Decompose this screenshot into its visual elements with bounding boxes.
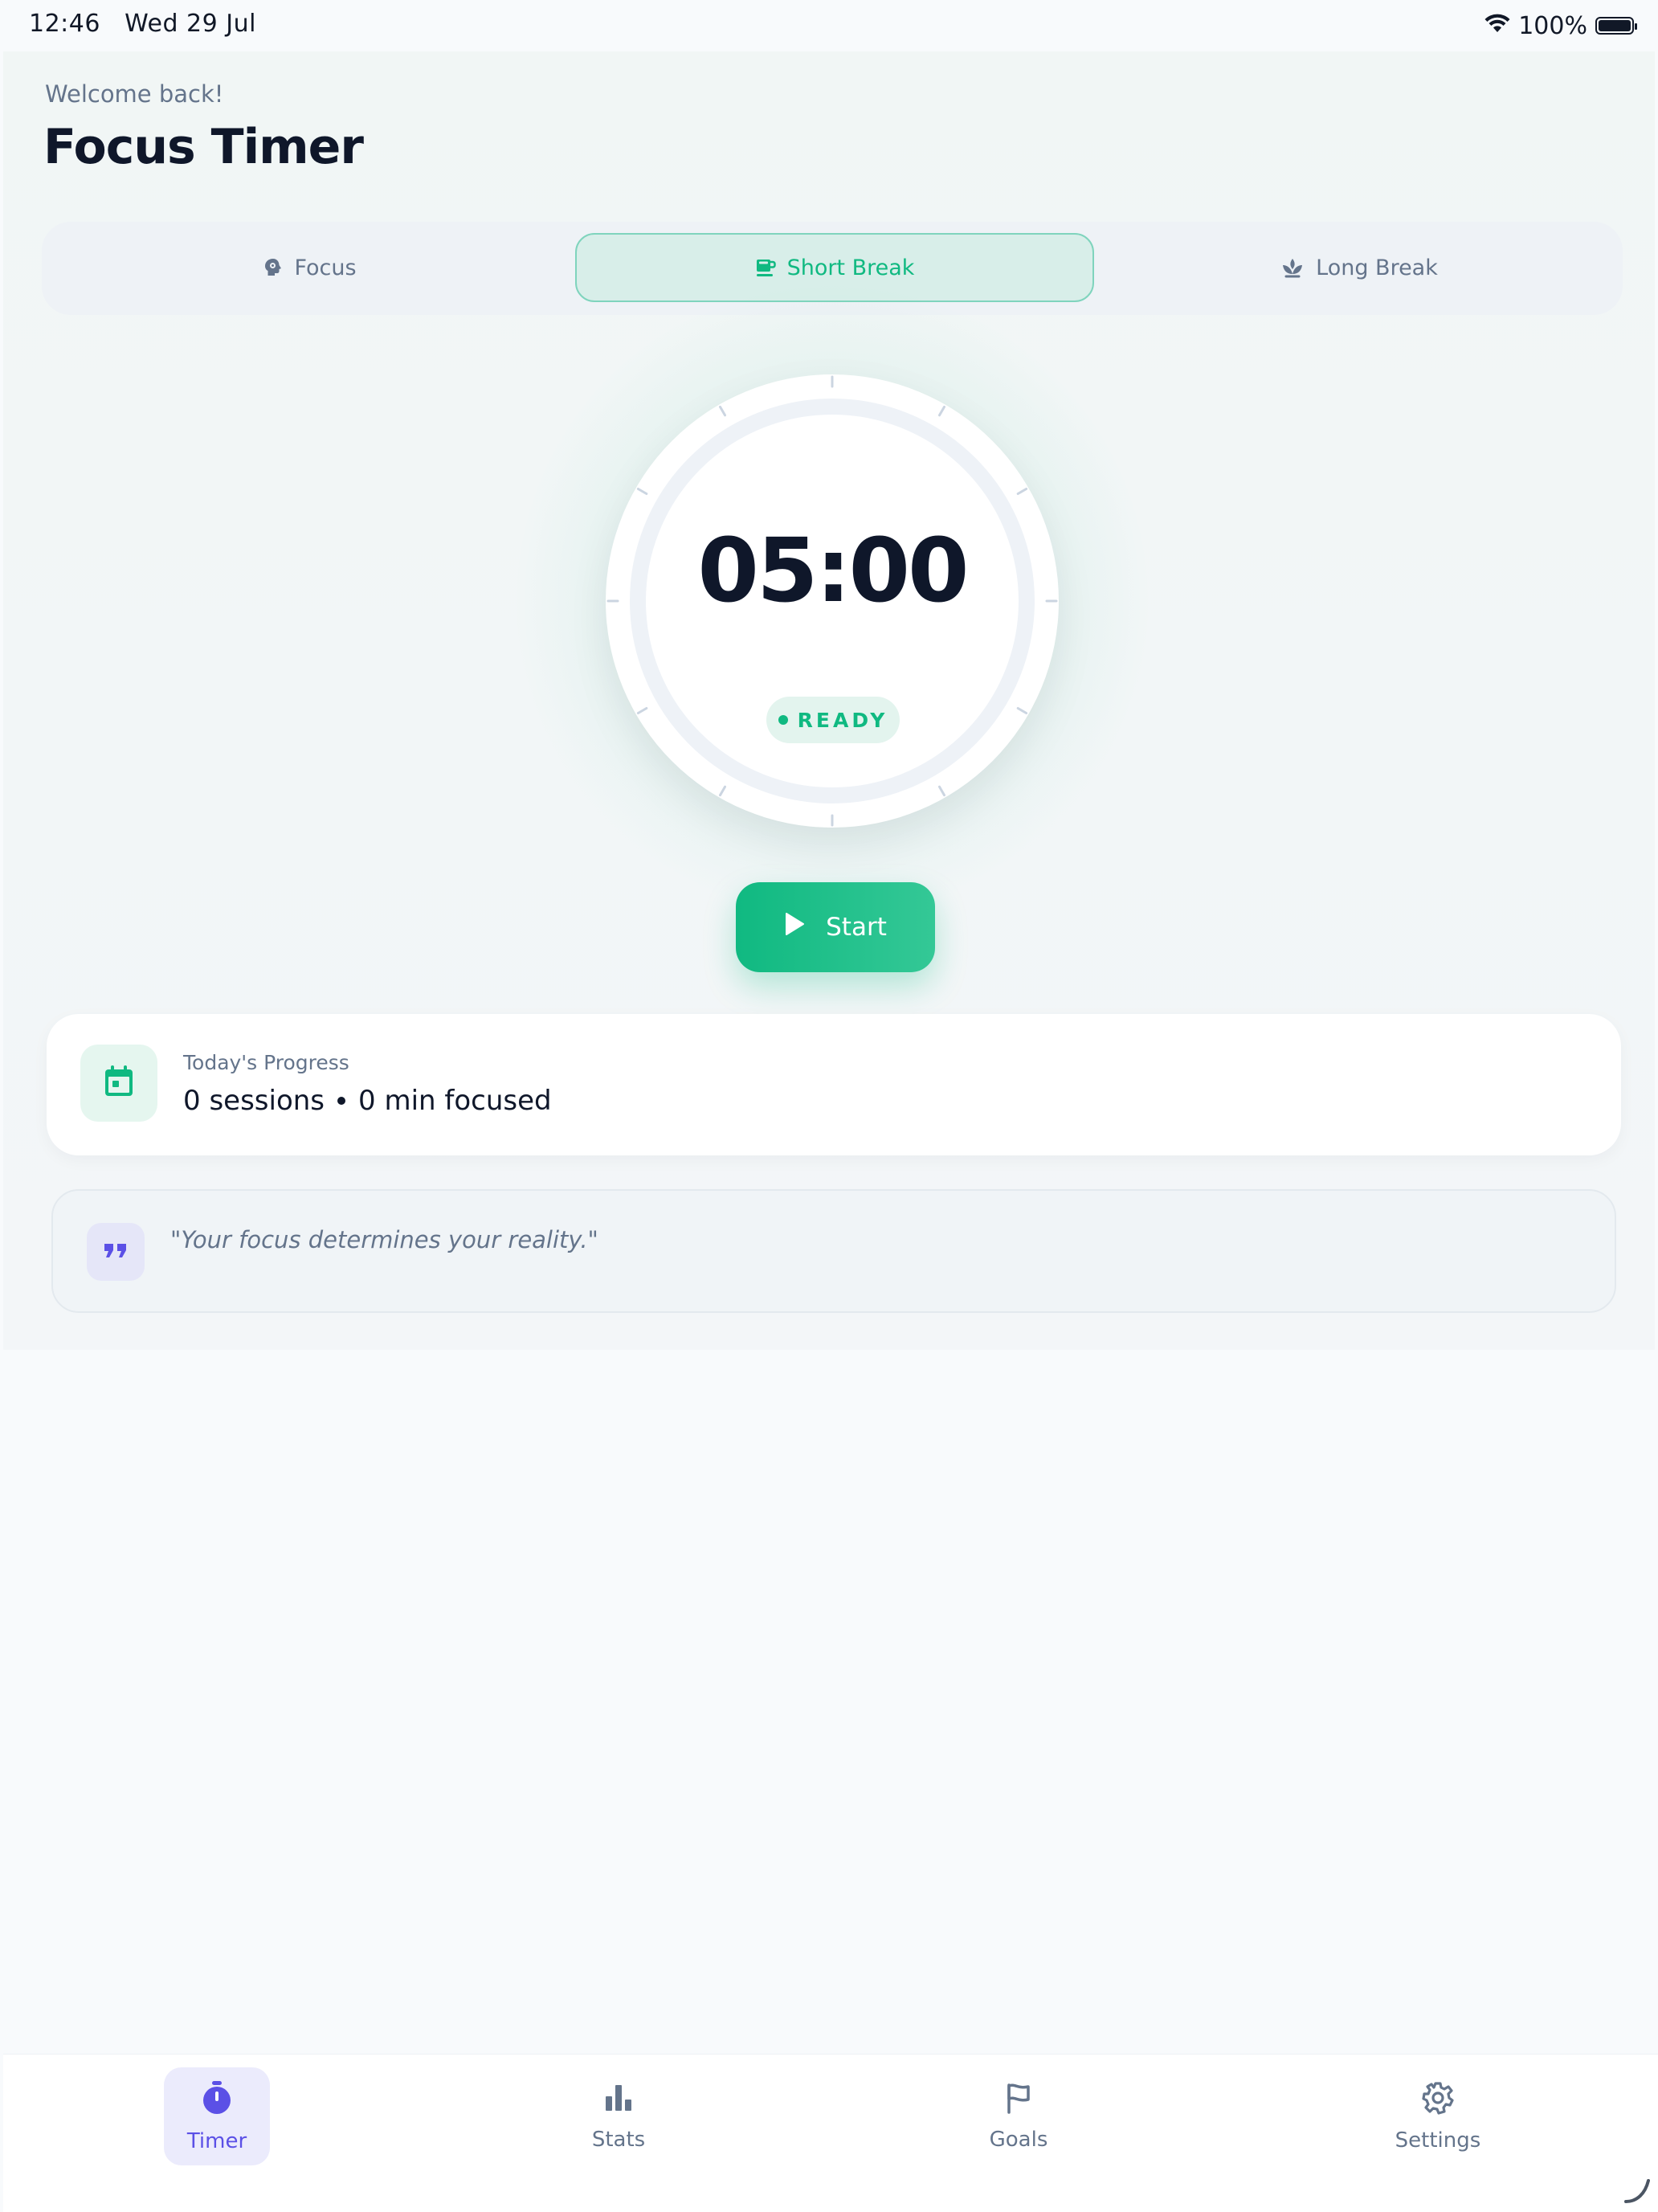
- status-dot: [778, 715, 788, 725]
- brain-icon: [263, 257, 283, 278]
- status-time: 12:46: [29, 10, 100, 38]
- page-title: Focus Timer: [43, 119, 364, 175]
- calendar-icon-box: [80, 1045, 157, 1122]
- mode-focus-button[interactable]: Focus: [53, 233, 567, 302]
- status-date: Wed 29 Jul: [125, 10, 256, 38]
- tab-timer-label: Timer: [186, 2128, 247, 2153]
- welcome-text: Welcome back!: [45, 80, 224, 108]
- quote-icon: [103, 1241, 129, 1262]
- quote-text: "Your focus determines your reality.": [170, 1226, 598, 1253]
- tab-timer[interactable]: Timer: [164, 2067, 270, 2165]
- tab-settings-label: Settings: [1395, 2128, 1481, 2153]
- tab-stats[interactable]: Stats: [562, 2067, 675, 2165]
- play-icon: [784, 912, 805, 942]
- timer-display: 05:00: [697, 519, 969, 622]
- stopwatch-icon: [201, 2080, 233, 2121]
- status-badge: READY: [766, 697, 900, 743]
- bar-chart-icon: [602, 2082, 635, 2120]
- minutes-focused: 0 min focused: [358, 1085, 552, 1117]
- progress-card: Today's Progress 0 sessions 0 min focuse…: [47, 1014, 1621, 1155]
- battery-percent: 100%: [1518, 11, 1587, 40]
- calendar-icon: [103, 1065, 135, 1102]
- progress-stats: 0 sessions 0 min focused: [183, 1085, 552, 1117]
- mode-long-break-label: Long Break: [1316, 255, 1438, 280]
- tab-settings[interactable]: Settings: [1378, 2067, 1497, 2165]
- status-right: 100%: [1484, 10, 1637, 42]
- timer-screen: Welcome back! Focus Timer Focus Short Br…: [3, 51, 1655, 1350]
- bottom-tab-bar: Timer Stats Goals Settings: [3, 2054, 1658, 2212]
- tab-goals[interactable]: Goals: [962, 2067, 1075, 2165]
- gear-icon: [1421, 2081, 1455, 2120]
- mode-focus-label: Focus: [294, 255, 357, 280]
- sessions-count: 0 sessions: [183, 1085, 325, 1117]
- quote-icon-box: [87, 1223, 145, 1281]
- tab-goals-label: Goals: [989, 2127, 1048, 2152]
- status-bar: 12:46 Wed 29 Jul 100%: [0, 0, 1658, 51]
- start-label: Start: [826, 913, 887, 942]
- battery-icon: [1595, 17, 1637, 35]
- status-time-date: 12:46 Wed 29 Jul: [29, 10, 256, 38]
- wifi-icon: [1484, 12, 1510, 40]
- timer-dial: 05:00 READY: [509, 278, 1155, 924]
- quote-card: "Your focus determines your reality.": [51, 1189, 1616, 1313]
- mode-long-break-button[interactable]: Long Break: [1102, 233, 1616, 302]
- mode-short-break-label: Short Break: [786, 255, 915, 280]
- status-label: READY: [797, 708, 888, 732]
- flag-icon: [1003, 2082, 1035, 2120]
- coffee-cup-icon: [755, 256, 776, 279]
- tab-stats-label: Stats: [591, 2127, 646, 2152]
- start-button[interactable]: Start: [736, 882, 935, 972]
- separator-dot: [337, 1097, 346, 1105]
- lotus-icon: [1280, 256, 1305, 279]
- resize-handle-icon: [1624, 2179, 1650, 2203]
- progress-title: Today's Progress: [183, 1051, 349, 1074]
